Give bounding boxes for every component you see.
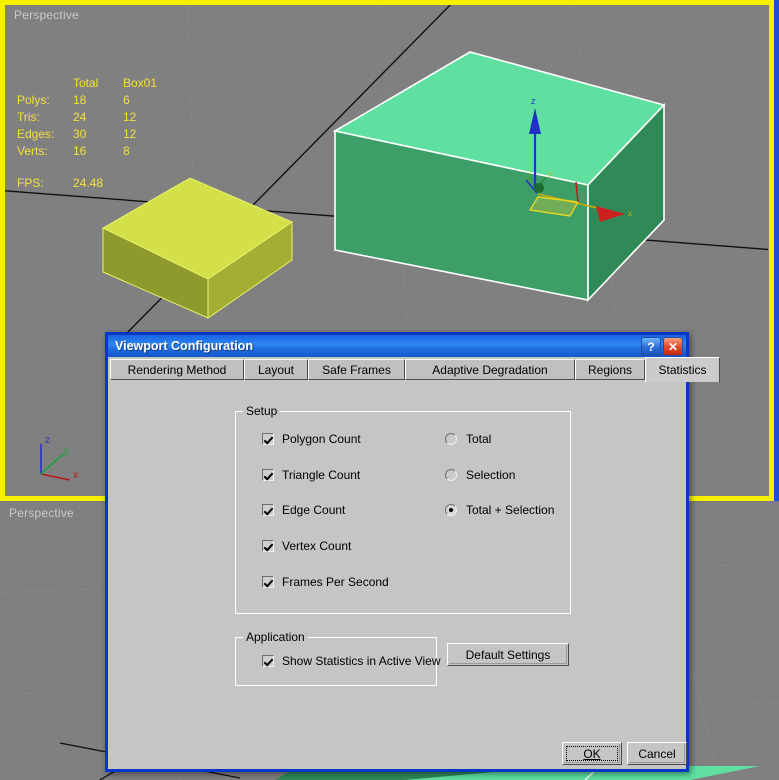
stats-col-object: Box01 — [123, 75, 157, 92]
tab-regions[interactable]: Regions — [575, 359, 645, 380]
viewport-frame-divider — [774, 0, 779, 501]
radio-total-plus-selection[interactable]: Total + Selection — [445, 503, 554, 517]
checkbox-edge-count[interactable]: Edge Count — [262, 503, 345, 517]
dialog-title: Viewport Configuration — [115, 339, 253, 353]
stats-fps-label: FPS: — [17, 175, 73, 192]
stats-label: Edges: — [17, 126, 73, 143]
viewport-configuration-dialog[interactable]: Viewport Configuration ? ✕ Rendering Met… — [105, 332, 689, 772]
cancel-button[interactable]: Cancel — [627, 742, 687, 765]
tab-rendering-method[interactable]: Rendering Method — [110, 359, 244, 380]
radio-selection[interactable]: Selection — [445, 468, 515, 482]
setup-group-legend: Setup — [243, 404, 280, 418]
ok-button[interactable]: OK — [562, 742, 622, 765]
radio-label: Total + Selection — [466, 503, 554, 517]
checkbox-label: Show Statistics in Active View — [282, 654, 441, 668]
stats-label: Polys: — [17, 92, 73, 109]
transform-gizmo[interactable]: z x y — [470, 90, 670, 290]
checkbox-label: Edge Count — [282, 503, 345, 517]
checkbox-triangle-count[interactable]: Triangle Count — [262, 468, 360, 482]
tab-adaptive-degradation[interactable]: Adaptive Degradation — [405, 359, 575, 380]
stats-total: 16 — [73, 143, 123, 160]
checkbox-polygon-count[interactable]: Polygon Count — [262, 432, 361, 446]
checkbox-label: Triangle Count — [282, 468, 360, 482]
stats-col-total: Total — [73, 75, 123, 92]
gizmo-x-label: x — [628, 209, 632, 218]
stats-object: 12 — [123, 109, 157, 126]
checkbox-box — [262, 469, 274, 481]
titlebar-buttons: ? ✕ — [641, 337, 683, 356]
tab-label: Adaptive Degradation — [432, 363, 547, 377]
viewport-label-bottom: Perspective — [9, 506, 74, 520]
application-group-legend: Application — [243, 630, 308, 644]
stats-object: 8 — [123, 143, 157, 160]
checkbox-label: Frames Per Second — [282, 575, 389, 589]
button-label: OK — [583, 747, 600, 761]
stats-row-tris: Tris: 24 12 — [17, 109, 157, 126]
viewport-statistics-overlay: Total Box01 Polys: 18 6 Tris: 24 12 Edge… — [17, 41, 157, 226]
button-label: Cancel — [638, 747, 675, 761]
tripod-x-label: x — [73, 470, 78, 481]
checkbox-box — [262, 576, 274, 588]
application-group: Application Show Statistics in Active Vi… — [235, 637, 437, 686]
tab-label: Safe Frames — [322, 363, 391, 377]
stats-label: Tris: — [17, 109, 73, 126]
stats-object: 12 — [123, 126, 157, 143]
radio-button — [445, 469, 457, 481]
stats-fps-value: 24.48 — [73, 175, 123, 192]
stats-row-polys: Polys: 18 6 — [17, 92, 157, 109]
tab-safe-frames[interactable]: Safe Frames — [308, 359, 405, 380]
stats-object: 6 — [123, 92, 157, 109]
tab-layout[interactable]: Layout — [244, 359, 308, 380]
setup-group: Setup Polygon Count Triangle Count Edge … — [235, 411, 571, 614]
axis-tripod-top: z x y — [23, 430, 93, 490]
checkbox-label: Polygon Count — [282, 432, 361, 446]
tab-label: Rendering Method — [128, 363, 227, 377]
checkbox-box — [262, 655, 274, 667]
radio-total[interactable]: Total — [445, 432, 491, 446]
dialog-panel-statistics: Setup Polygon Count Triangle Count Edge … — [111, 385, 683, 766]
stats-row-fps: FPS: 24.48 — [17, 175, 157, 192]
radio-label: Selection — [466, 468, 515, 482]
stats-total: 30 — [73, 126, 123, 143]
tripod-y-label: y — [64, 446, 69, 457]
checkbox-label: Vertex Count — [282, 539, 351, 553]
checkbox-box — [262, 433, 274, 445]
checkbox-frames-per-second[interactable]: Frames Per Second — [262, 575, 389, 589]
viewport-label-top: Perspective — [14, 8, 79, 22]
radio-button — [445, 433, 457, 445]
stats-total: 24 — [73, 109, 123, 126]
tab-label: Regions — [588, 363, 632, 377]
gizmo-z-label: z — [531, 96, 536, 106]
tab-label: Statistics — [658, 363, 706, 377]
checkbox-box — [262, 504, 274, 516]
checkbox-vertex-count[interactable]: Vertex Count — [262, 539, 351, 553]
stats-label: Verts: — [17, 143, 73, 160]
default-settings-button[interactable]: Default Settings — [447, 643, 569, 666]
dialog-tabstrip: Rendering Method Layout Safe Frames Adap… — [108, 357, 686, 382]
help-icon[interactable]: ? — [641, 337, 661, 356]
tripod-z-label: z — [45, 435, 50, 446]
stats-header-row: Total Box01 — [17, 75, 157, 92]
radio-label: Total — [466, 432, 491, 446]
tab-statistics[interactable]: Statistics — [645, 357, 720, 382]
checkbox-box — [262, 540, 274, 552]
dialog-titlebar[interactable]: Viewport Configuration ? ✕ — [108, 335, 686, 357]
object-box-green-selected[interactable]: z x y — [330, 35, 680, 305]
stats-row-edges: Edges: 30 12 — [17, 126, 157, 143]
checkbox-show-statistics-in-active-view[interactable]: Show Statistics in Active View — [262, 654, 441, 668]
stats-total: 18 — [73, 92, 123, 109]
button-label: Default Settings — [466, 648, 551, 662]
close-icon[interactable]: ✕ — [663, 337, 683, 356]
radio-button — [445, 504, 457, 516]
gizmo-y-label: y — [548, 169, 552, 178]
tab-label: Layout — [258, 363, 294, 377]
stats-row-verts: Verts: 16 8 — [17, 143, 157, 160]
